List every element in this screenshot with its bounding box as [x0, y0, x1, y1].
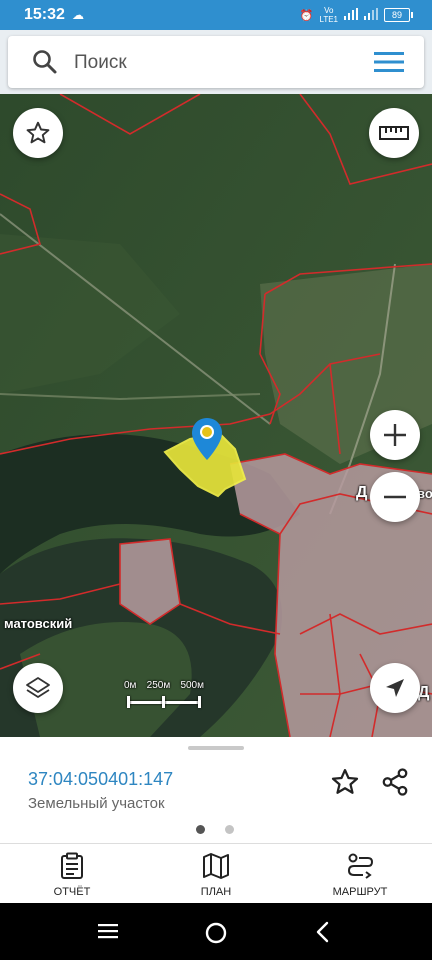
home-icon[interactable]	[204, 921, 228, 945]
navigation-arrow-icon	[386, 679, 404, 697]
scale-label-0: 0м	[124, 680, 137, 691]
scale-tick	[127, 696, 130, 708]
scale-tick	[162, 696, 165, 708]
nav-plan-label: ПЛАН	[200, 886, 232, 898]
scale-tick	[198, 696, 201, 708]
scale-label-250: 250м	[146, 680, 171, 691]
back-icon[interactable]	[314, 921, 332, 943]
map-label-place-right-1: Д	[356, 484, 368, 501]
map-label-place-left: матовский	[4, 616, 73, 631]
nav-report-label: ОТЧЁТ	[53, 886, 91, 898]
my-location-button[interactable]	[370, 663, 420, 713]
zoom-out-button[interactable]	[370, 472, 420, 522]
search-header	[0, 30, 432, 94]
pager-dots	[196, 825, 234, 834]
pager-dot[interactable]	[225, 825, 234, 834]
zoom-in-button[interactable]	[370, 410, 420, 460]
network-volte-label: Vo	[324, 6, 334, 15]
share-icon[interactable]	[380, 767, 410, 797]
map-view[interactable]: матовский Д во Д 0м 250м 500м	[0, 94, 432, 737]
location-marker-icon[interactable]	[190, 416, 224, 462]
signal-icon	[344, 7, 358, 23]
map-scale: 0м 250м 500м	[124, 680, 204, 720]
signal-icon-2	[364, 7, 378, 23]
nav-plan[interactable]: ПЛАН	[156, 852, 276, 898]
route-icon	[347, 853, 374, 879]
network-indicator: Vo LTE1	[319, 6, 338, 24]
map-icon	[203, 853, 229, 879]
plus-icon	[384, 424, 406, 446]
status-time: 15:32	[24, 6, 65, 23]
search-box[interactable]	[8, 36, 424, 88]
battery-icon: 89	[384, 8, 413, 22]
minus-icon	[384, 495, 406, 499]
star-icon[interactable]	[330, 767, 360, 797]
cadastral-number[interactable]: 37:04:050401:147	[28, 769, 173, 790]
alarm-icon: ⏰	[299, 9, 314, 22]
status-bar: 15:32 ☁ ⏰ Vo LTE1 89	[0, 0, 432, 30]
clipboard-report-icon	[61, 852, 83, 879]
system-navigation-bar	[0, 903, 432, 960]
pager-dot-active[interactable]	[196, 825, 205, 834]
status-indicators: ⏰ Vo LTE1 89	[299, 6, 413, 24]
layers-button[interactable]	[13, 663, 63, 713]
scale-label-500: 500м	[180, 680, 204, 691]
layers-icon	[26, 677, 50, 698]
favorites-button[interactable]	[13, 108, 63, 158]
nav-report[interactable]: ОТЧЁТ	[12, 852, 132, 898]
parcel-info-sheet[interactable]: 37:04:050401:147 Земельный участок	[0, 737, 432, 843]
bottom-navigation: ОТЧЁТ ПЛАН МАРШРУТ	[0, 843, 432, 904]
menu-icon[interactable]	[374, 52, 404, 72]
sheet-drag-handle[interactable]	[188, 746, 244, 750]
recent-apps-icon[interactable]	[97, 922, 119, 940]
star-outline-icon	[26, 121, 50, 144]
parcel-type: Земельный участок	[28, 795, 165, 812]
cloud-upload-icon: ☁	[72, 8, 84, 22]
ruler-icon	[379, 126, 409, 140]
nav-route-label: МАРШРУТ	[332, 886, 388, 898]
search-input[interactable]	[72, 46, 356, 80]
network-lte-label: LTE1	[319, 15, 338, 24]
nav-route[interactable]: МАРШРУТ	[300, 852, 420, 898]
ruler-button[interactable]	[369, 108, 419, 158]
search-icon[interactable]	[32, 49, 58, 75]
